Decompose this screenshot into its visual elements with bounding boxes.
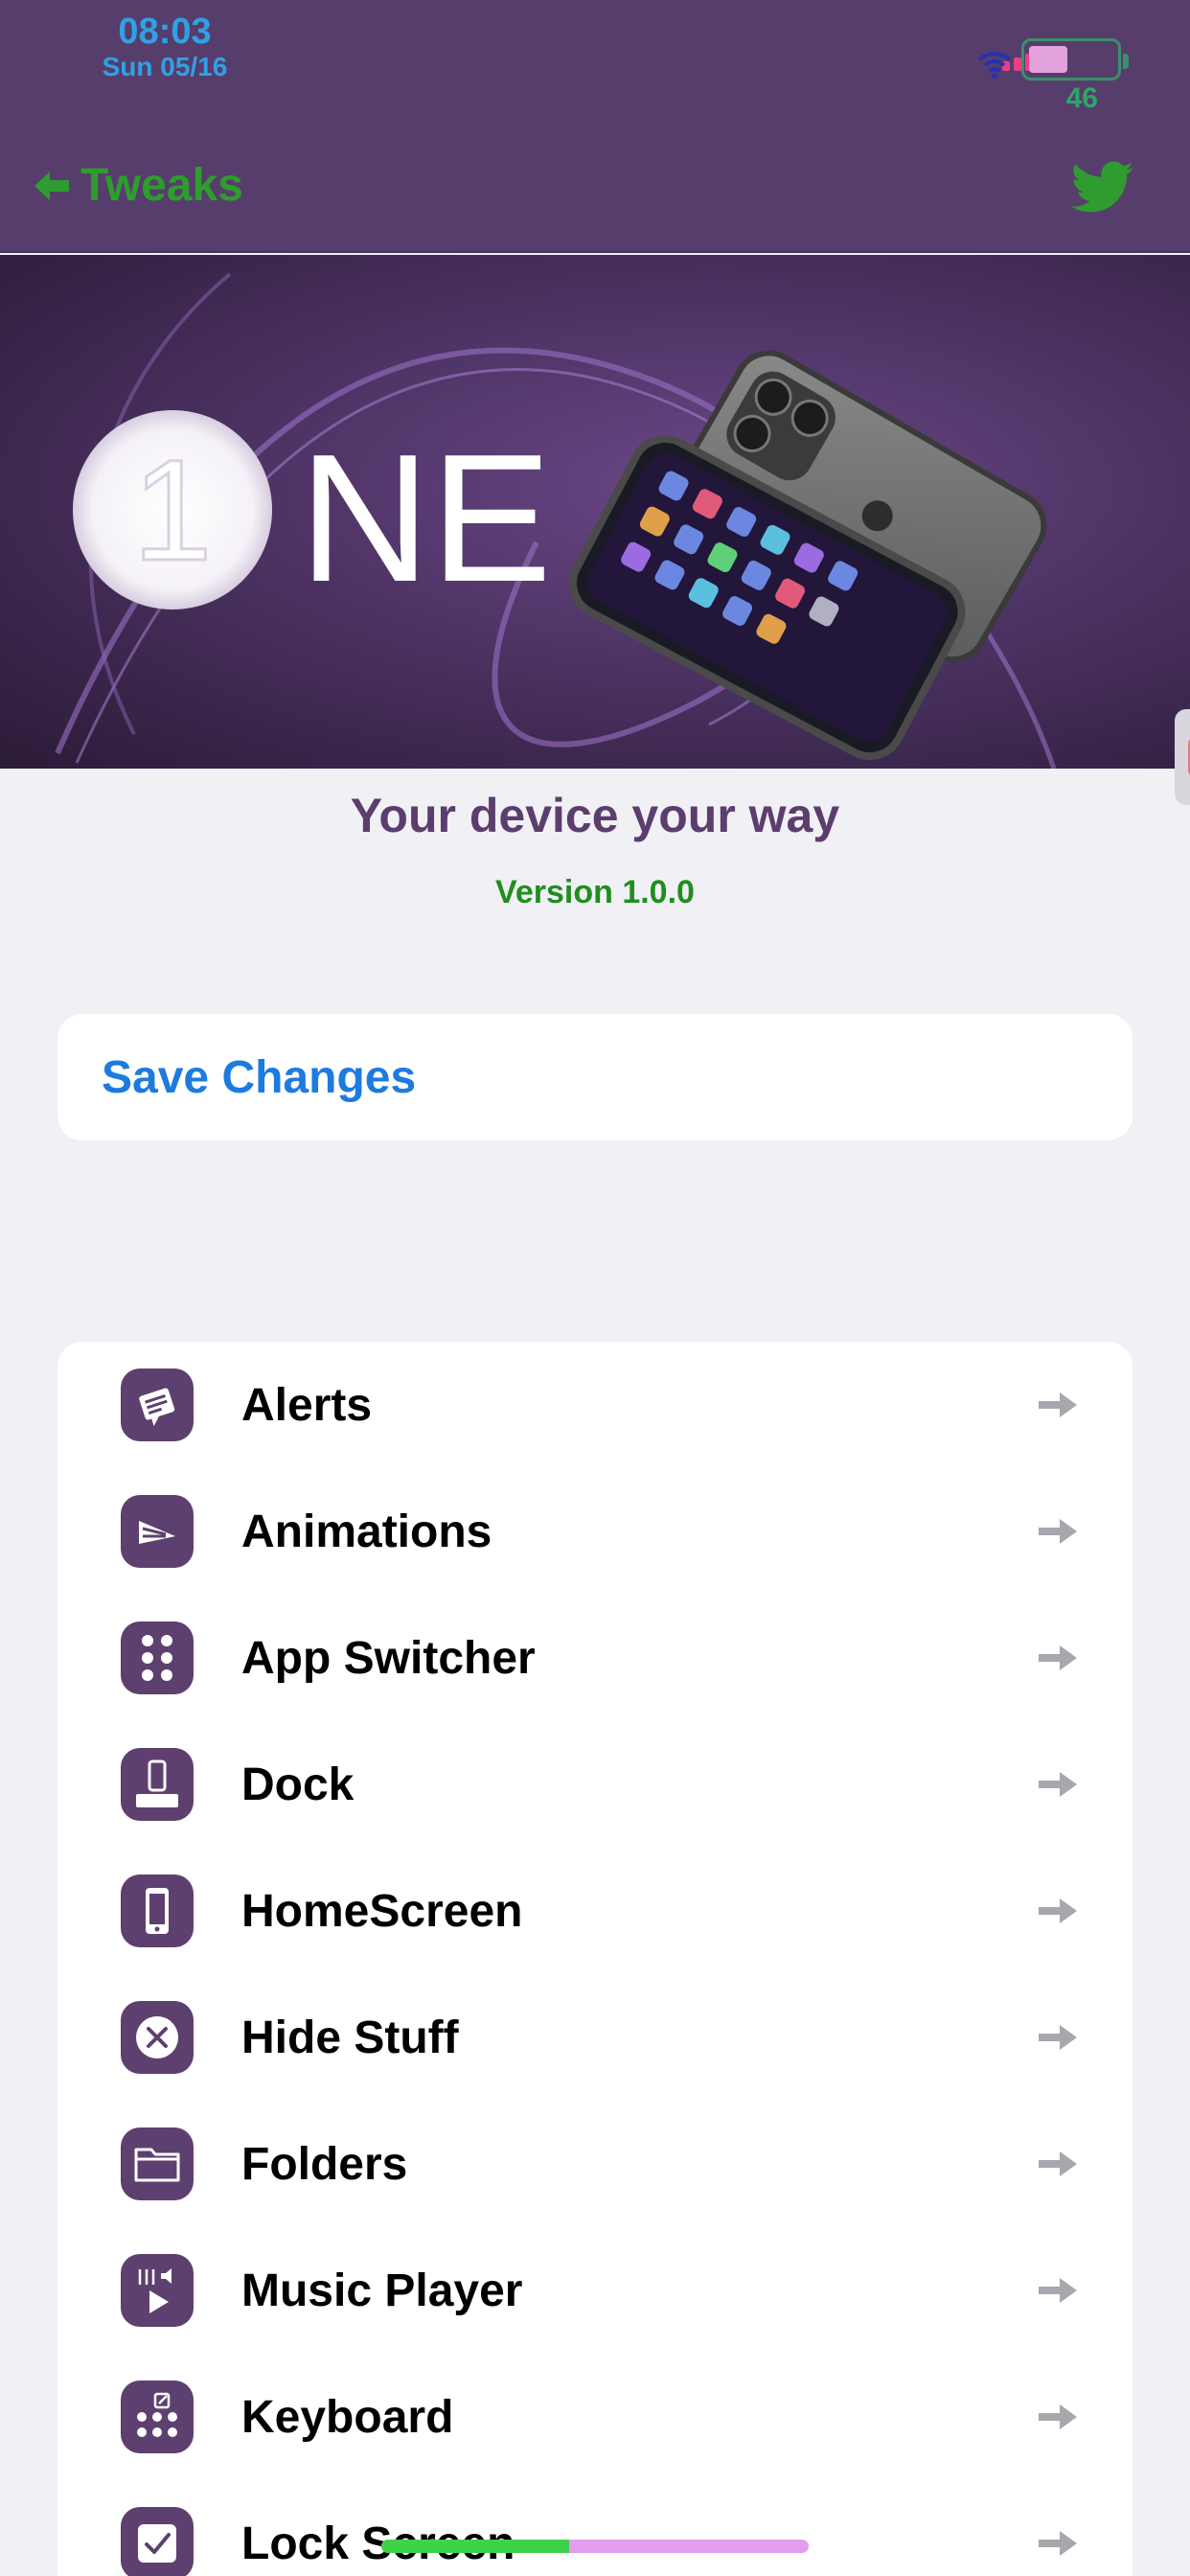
arrow-right-icon (1039, 1898, 1077, 1923)
battery-fill (1029, 46, 1068, 73)
banner-artwork: 1 NE (55, 272, 1057, 769)
homescreen-icon (121, 1874, 194, 1947)
list-item-label: App Switcher (241, 1632, 536, 1684)
status-time: 08:03 (118, 12, 212, 52)
list-item-lock-screen[interactable]: Lock Screen (57, 2480, 1133, 2576)
arrow-right-icon (1039, 1392, 1077, 1417)
list-item-keyboard[interactable]: Keyboard (57, 2354, 1133, 2480)
arrow-right-icon (1039, 1772, 1077, 1797)
list-item-label: Animations (241, 1506, 492, 1557)
hero-banner: 1 NE (0, 255, 1190, 769)
list-item-label: Dock (241, 1759, 355, 1810)
status-date: Sun 05/16 (102, 52, 228, 81)
list-item-label: Folders (241, 2138, 408, 2190)
arrow-right-icon (1039, 1519, 1077, 1544)
list-item-alerts[interactable]: Alerts (57, 1342, 1133, 1468)
list-item-homescreen[interactable]: HomeScreen (57, 1848, 1133, 1974)
wifi-icon (977, 52, 1012, 79)
battery-icon (1021, 38, 1121, 80)
home-indicator[interactable] (381, 2540, 809, 2553)
list-item-app-switcher[interactable]: App Switcher (57, 1595, 1133, 1721)
list-item-hide-stuff[interactable]: Hide Stuff (57, 1974, 1133, 2101)
animation-icon (121, 1495, 194, 1568)
music-player-icon (121, 2254, 194, 2327)
status-clock: 08:03 Sun 05/16 (88, 12, 241, 82)
version-label: Version 1.0.0 (495, 874, 695, 910)
list-item-label: Hide Stuff (241, 2012, 459, 2063)
arrow-right-icon (1039, 2151, 1077, 2176)
list-item-label: Music Player (241, 2265, 523, 2316)
logo-digit: 1 (132, 429, 212, 590)
alert-icon (121, 1368, 194, 1441)
battery-tip (1123, 54, 1129, 69)
keyboard-icon (121, 2380, 194, 2453)
list-item-label: Keyboard (241, 2391, 454, 2443)
list-item-folders[interactable]: Folders (57, 2101, 1133, 2227)
home-indicator-progress (381, 2540, 570, 2553)
app-switcher-icon (121, 1622, 194, 1694)
arrow-right-icon (1039, 2278, 1077, 2303)
navigation-header: 08:03 Sun 05/16 46 Tweaks (0, 0, 1190, 253)
save-changes-button[interactable]: Save Changes (57, 1014, 1133, 1140)
back-button-label: Tweaks (80, 160, 243, 211)
arrow-right-icon (1039, 2531, 1077, 2556)
dock-icon (121, 1748, 194, 1821)
settings-list: Alerts Animations App Switcher Dock Home… (57, 1342, 1133, 2576)
lock-screen-icon (121, 2507, 194, 2576)
list-item-animations[interactable]: Animations (57, 1468, 1133, 1595)
twitter-icon[interactable] (1071, 161, 1134, 215)
arrow-right-icon (1039, 2404, 1077, 2429)
back-button[interactable]: Tweaks (33, 159, 243, 212)
list-item-label: Alerts (241, 1379, 373, 1431)
save-changes-label: Save Changes (102, 1051, 417, 1103)
hide-icon (121, 2001, 194, 2074)
tagline: Your device your way (350, 789, 840, 842)
list-item-music-player[interactable]: Music Player (57, 2227, 1133, 2354)
arrow-right-icon (1039, 1645, 1077, 1670)
list-item-label: HomeScreen (241, 1885, 523, 1937)
list-item-dock[interactable]: Dock (57, 1721, 1133, 1848)
logo-lettering: NE (299, 417, 552, 620)
arrow-right-icon (1039, 2025, 1077, 2050)
battery-percent: 46 (1065, 82, 1098, 114)
folder-icon (121, 2128, 194, 2200)
arrow-left-icon (34, 171, 69, 200)
